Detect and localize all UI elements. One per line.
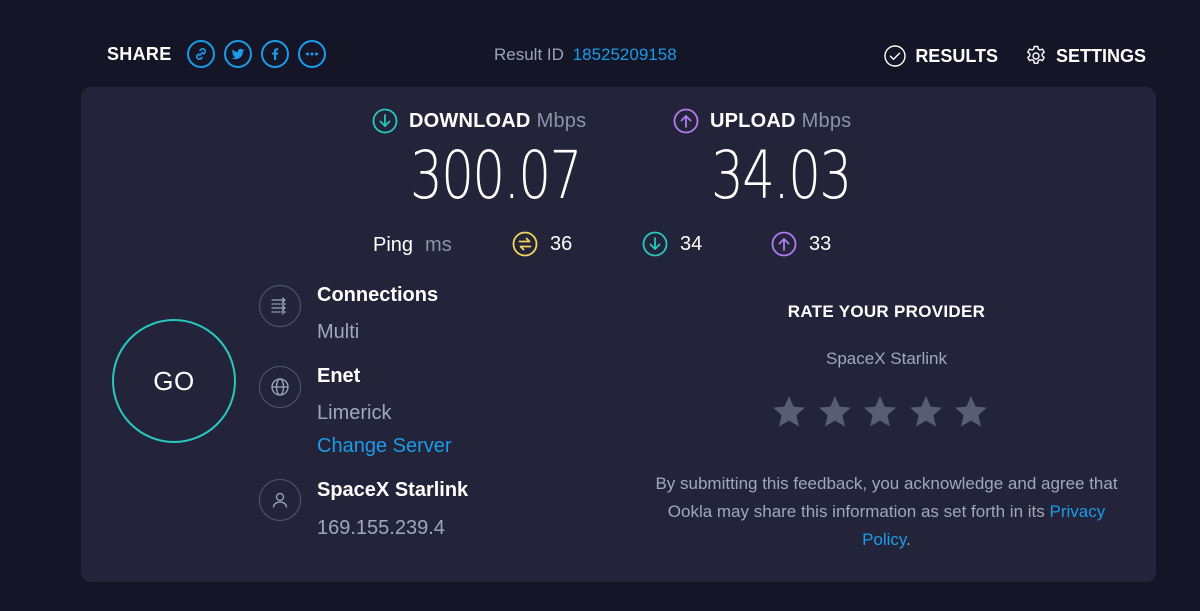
download-value: 300.07 [410,137,582,214]
share-group: SHARE [107,38,326,70]
provider-ip: 169.155.239.4 [317,517,445,539]
connections-glyph [271,297,286,315]
ping-upload: 33 [771,231,831,257]
download-unit: Mbps [536,109,587,132]
disclaimer-period: . [906,530,911,549]
connections-icon [259,285,301,327]
ping-unit: ms [425,234,452,256]
upload-label: UPLOAD [710,109,796,132]
result-id-link[interactable]: 18525209158 [573,45,677,64]
star-icon [909,396,942,427]
ping-idle-icon [512,231,538,257]
upload-metric: UPLOAD Mbps 34.03 [673,108,890,209]
share-twitter-button[interactable] [223,40,252,68]
connections-value: Multi [317,321,360,343]
download-header: DOWNLOAD Mbps [372,108,629,134]
globe-icon [259,366,301,408]
share-more-button[interactable] [297,40,326,68]
gear-icon [1027,45,1045,64]
star-icon [864,396,896,427]
results-label: RESULTS [915,45,998,66]
upload-header: UPLOAD Mbps [673,108,890,134]
share-facebook-button[interactable] [260,40,289,68]
upload-value: 34.03 [711,137,852,214]
upload-arrow-icon [673,108,699,134]
result-id-label: Result ID [494,45,564,64]
link-icon [195,48,206,60]
twitter-icon [231,48,245,60]
top-nav: RESULTS SETTINGS [857,44,1146,68]
go-button[interactable]: GO [112,319,236,443]
star-4-button[interactable] [908,394,944,430]
star-3-button[interactable] [862,394,898,430]
star-icon [818,396,851,427]
change-server-link[interactable]: Change Server [317,435,452,458]
star-icon [773,396,805,427]
ping-download-value: 34 [680,232,703,255]
connections-title: Connections [317,284,439,306]
disclaimer-text: By submitting this feedback, you acknowl… [655,474,1118,521]
download-label: DOWNLOAD [409,109,531,132]
ping-download-icon [642,231,668,257]
provider-name: SpaceX Starlink [317,479,469,501]
ping-idle: 36 [512,231,572,257]
ping-label: Ping [373,234,414,256]
star-1-button[interactable] [771,394,807,430]
settings-button[interactable]: SETTINGS [1024,44,1146,68]
download-arrow-icon [372,108,398,134]
globe-glyph [271,378,289,396]
settings-label: SETTINGS [1055,45,1146,66]
upload-unit: Mbps [801,109,852,132]
more-icon [305,52,318,56]
user-glyph [272,492,288,508]
results-button[interactable]: RESULTS [883,44,998,68]
top-bar: SHARE Result ID 18525209158 RESULTS SETT… [0,0,1200,90]
ping-row: Ping ms [373,234,452,257]
facebook-icon [271,48,278,60]
ping-download: 34 [642,231,702,257]
rate-provider-name: SpaceX Starlink [826,349,947,368]
result-id: Result ID 18525209158 [494,45,677,65]
star-icon [955,396,987,427]
star-rating [771,394,999,430]
ping-idle-value: 36 [550,232,573,255]
star-2-button[interactable] [817,394,853,430]
ping-upload-value: 33 [809,232,832,255]
ping-upload-icon [771,231,797,257]
server-name: Enet [317,365,361,387]
rate-title: RATE YOUR PROVIDER [787,302,986,321]
share-link-button[interactable] [186,40,215,68]
share-label: SHARE [107,43,172,64]
star-5-button[interactable] [953,394,989,430]
download-metric: DOWNLOAD Mbps 300.07 [372,108,629,209]
check-circle-icon [884,45,907,67]
server-location: Limerick [317,402,392,424]
results-panel: DOWNLOAD Mbps 300.07 UPLOAD Mbps 34.03 P… [81,87,1156,582]
user-icon [259,479,301,521]
feedback-disclaimer: By submitting this feedback, you acknowl… [654,470,1119,554]
